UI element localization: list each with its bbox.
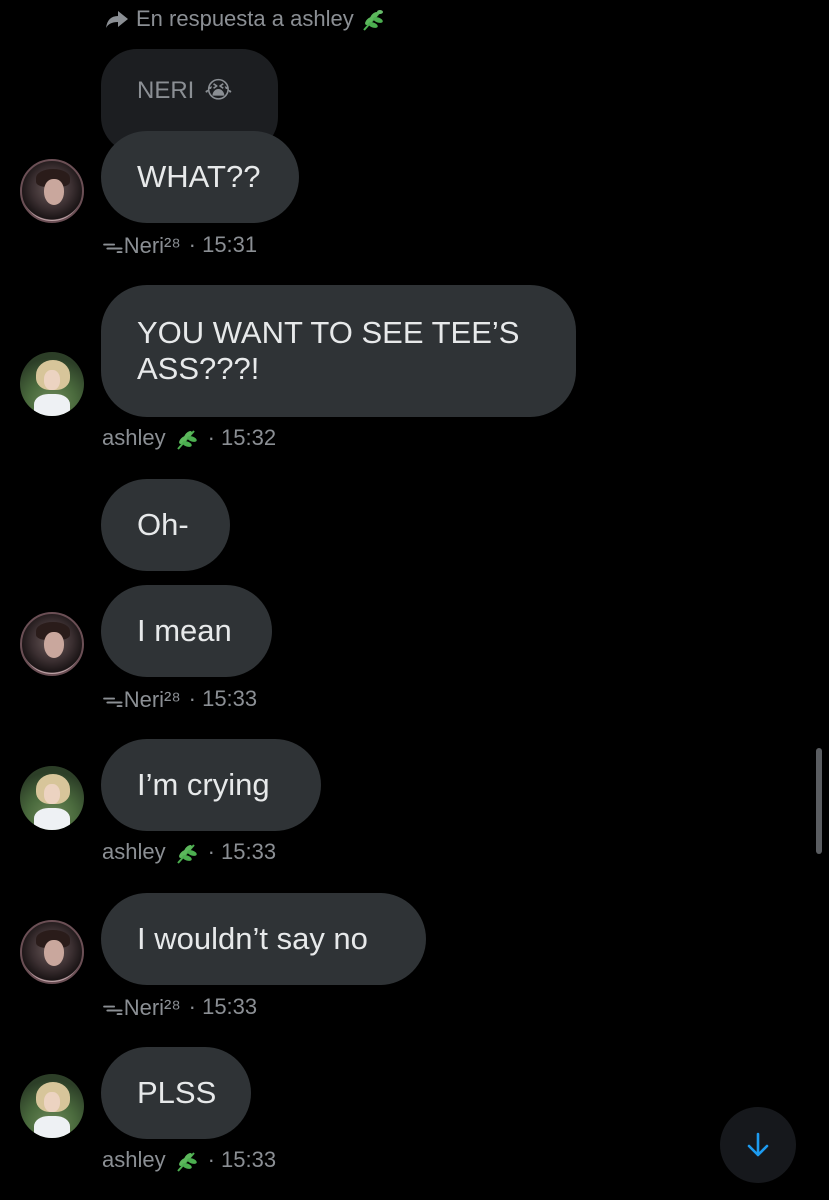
crying-emoji: 😭 bbox=[204, 77, 233, 104]
message-bubble[interactable]: I wouldn’t say no bbox=[101, 893, 426, 985]
quoted-text: NERI bbox=[137, 77, 195, 104]
message-bubble[interactable]: I’m crying bbox=[101, 739, 321, 831]
timestamp: · 15:31 bbox=[188, 232, 258, 257]
reply-arrow-icon bbox=[106, 11, 128, 28]
sender-name: ᯓNeri²⁸ bbox=[102, 687, 181, 712]
reply-context[interactable]: En respuesta a ashley bbox=[104, 4, 386, 34]
sender-name: ashley bbox=[102, 425, 166, 450]
herb-leaf-icon bbox=[360, 6, 386, 32]
timestamp: · 15:33 bbox=[188, 686, 258, 711]
message-meta: ashley · 15:33 bbox=[102, 839, 276, 865]
avatar-ashley[interactable] bbox=[20, 1074, 84, 1138]
herb-leaf-icon bbox=[174, 1147, 200, 1173]
message-text: I wouldn’t say no bbox=[137, 921, 368, 956]
message-bubble[interactable]: I mean bbox=[101, 585, 272, 677]
message-text: PLSS bbox=[137, 1075, 217, 1110]
message-text-line: ASS???! bbox=[137, 351, 260, 386]
message-text: I mean bbox=[137, 613, 232, 648]
message-meta: ᯓNeri²⁸ · 15:31 bbox=[102, 230, 257, 260]
message-bubble[interactable]: WHAT?? bbox=[101, 131, 299, 223]
sender-name: ashley bbox=[102, 1147, 166, 1172]
sender-name: ashley bbox=[102, 839, 166, 864]
avatar-neri[interactable] bbox=[20, 612, 84, 676]
message-meta: ᯓNeri²⁸ · 15:33 bbox=[102, 684, 257, 714]
herb-leaf-icon bbox=[174, 839, 200, 865]
scrollbar[interactable] bbox=[816, 748, 822, 854]
message-meta: ᯓNeri²⁸ · 15:33 bbox=[102, 992, 257, 1022]
message-meta: ashley · 15:32 bbox=[102, 425, 276, 451]
message-meta: ashley · 15:33 bbox=[102, 1147, 276, 1173]
scroll-to-bottom-button[interactable] bbox=[720, 1107, 796, 1183]
sender-name: ᯓNeri²⁸ bbox=[102, 995, 181, 1020]
message-text: WHAT?? bbox=[137, 159, 261, 194]
avatar-neri[interactable] bbox=[20, 159, 84, 223]
message-text-line: YOU WANT TO SEE TEE’S bbox=[137, 315, 520, 350]
message-bubble[interactable]: Oh- bbox=[101, 479, 230, 571]
timestamp: · 15:33 bbox=[207, 839, 277, 864]
avatar-ashley[interactable] bbox=[20, 352, 84, 416]
reply-label: En respuesta a ashley bbox=[136, 6, 354, 31]
sender-name: ᯓNeri²⁸ bbox=[102, 233, 181, 258]
avatar-neri[interactable] bbox=[20, 920, 84, 984]
avatar-ashley[interactable] bbox=[20, 766, 84, 830]
herb-leaf-icon bbox=[174, 425, 200, 451]
arrow-down-icon bbox=[747, 1132, 769, 1157]
message-text: I’m crying bbox=[137, 767, 270, 802]
message-bubble[interactable]: PLSS bbox=[101, 1047, 251, 1139]
timestamp: · 15:32 bbox=[207, 425, 277, 450]
timestamp: · 15:33 bbox=[207, 1147, 277, 1172]
timestamp: · 15:33 bbox=[188, 994, 258, 1019]
message-text: Oh- bbox=[137, 507, 189, 542]
message-bubble[interactable]: YOU WANT TO SEE TEE’S ASS???! bbox=[101, 285, 576, 417]
